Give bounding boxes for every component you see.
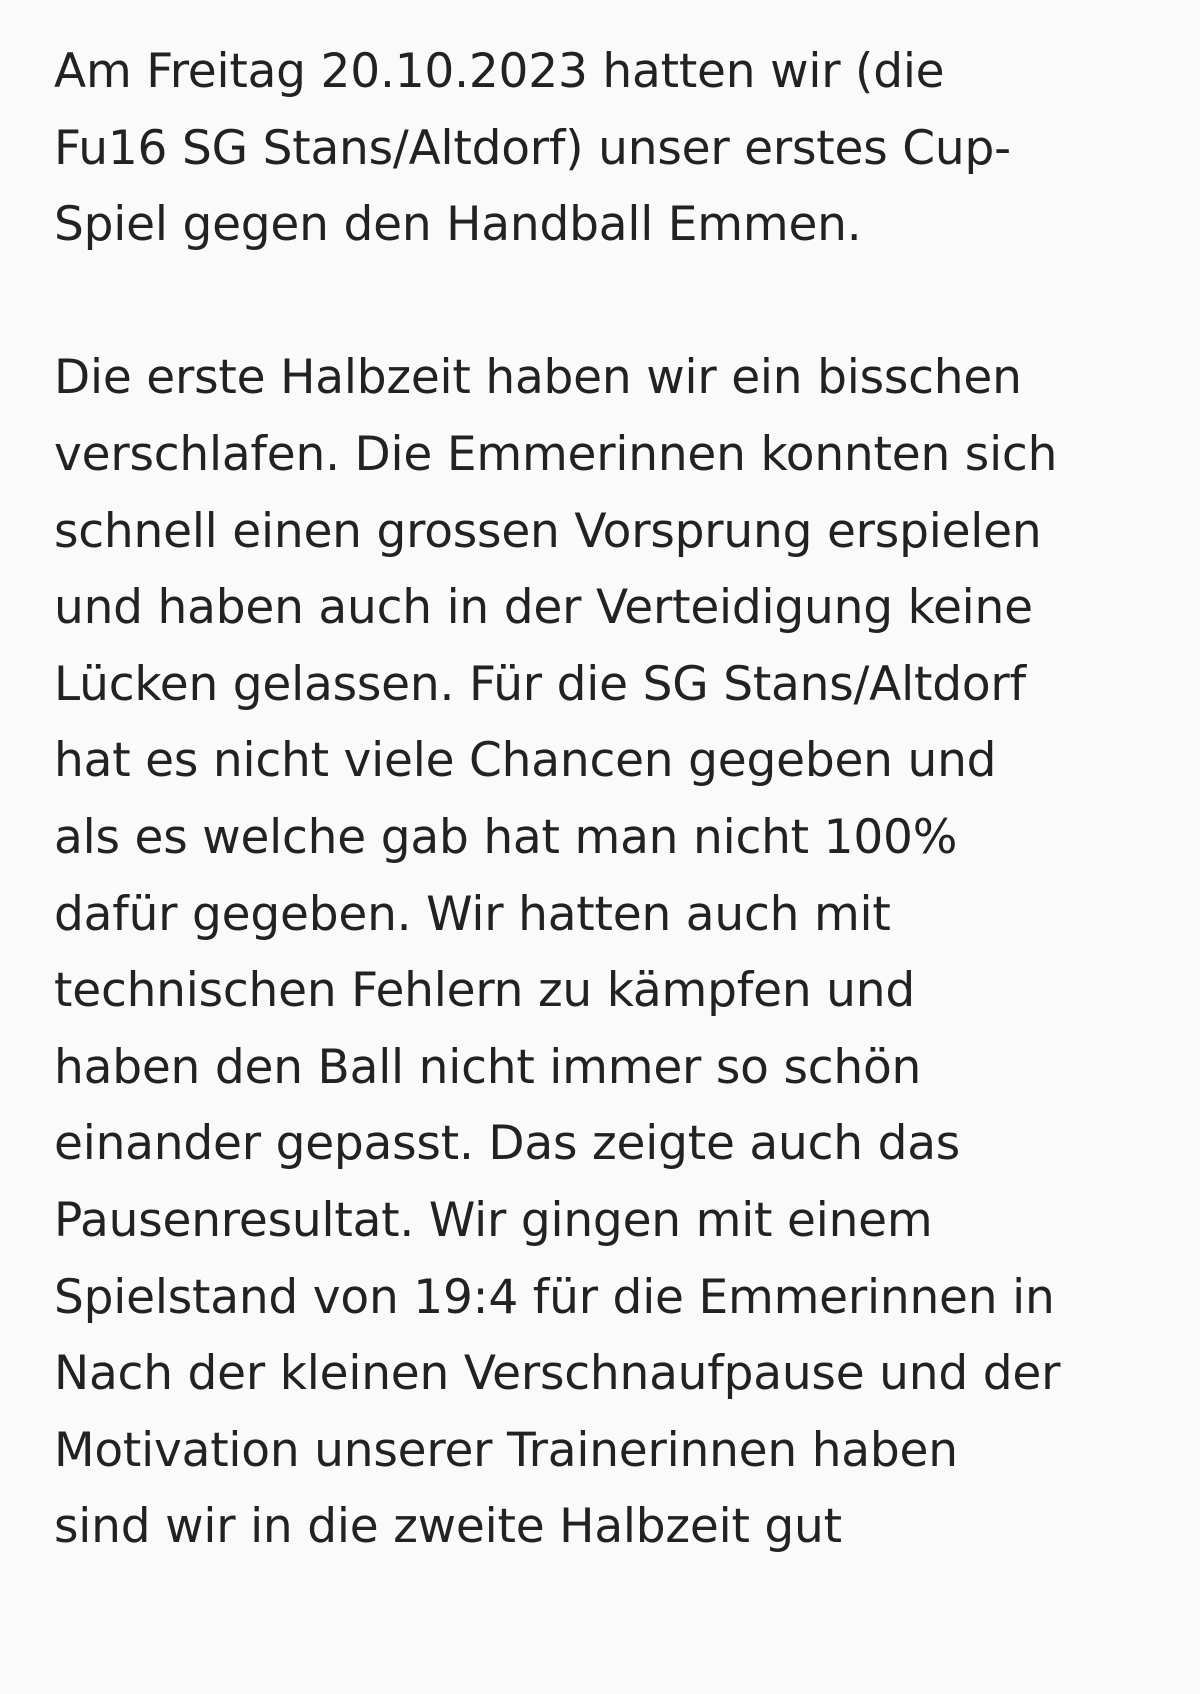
text-line: Nach der kleinen Verschnaufpause und der: [54, 1346, 1061, 1402]
text-line: haben den Ball nicht immer so schön: [54, 1039, 922, 1095]
text-line: und haben auch in der Verteidigung keine: [54, 580, 1033, 636]
text-line: Spielstand von 19:4 für die Emmerinnen i…: [54, 1269, 1055, 1325]
text-line: Spiel gegen den Handball Emmen.: [54, 197, 862, 253]
text-line: sind wir in die zweite Halbzeit gut: [54, 1499, 842, 1555]
text-line: Am Freitag 20.10.2023 hatten wir (die: [54, 44, 945, 99]
text-line: Lücken gelassen. Für die SG Stans/Altdor…: [54, 656, 1026, 712]
text-line: einander gepasst. Das zeigte auch das: [54, 1116, 961, 1172]
text-line: dafür gegeben. Wir hatten auch mit: [54, 886, 891, 942]
text-line: Motivation unserer Trainerinnen haben: [54, 1422, 958, 1478]
text-line: als es welche gab hat man nicht 100%: [54, 809, 958, 865]
paragraph-second-half: Nach der kleinen Verschnaufpause und der…: [54, 1336, 1174, 1566]
text-line: Die erste Halbzeit haben wir ein bissche…: [54, 350, 1022, 406]
text-line: Fu16 SG Stans/Altdorf) unser erstes Cup-: [54, 120, 1011, 176]
paragraph-first-half: Die erste Halbzeit haben wir ein bissche…: [54, 340, 1174, 1336]
text-line: schnell einen grossen Vorsprung erspiele…: [54, 503, 1042, 559]
text-line: Pausenresultat. Wir gingen mit einem: [54, 1192, 933, 1248]
text-line: technischen Fehlern zu kämpfen und: [54, 963, 915, 1019]
paragraph-intro: Am Freitag 20.10.2023 hatten wir (die Fu…: [54, 34, 1174, 264]
article-text: Am Freitag 20.10.2023 hatten wir (die Fu…: [54, 34, 1174, 1566]
text-line: hat es nicht viele Chancen gegeben und: [54, 733, 997, 789]
document-page: Am Freitag 20.10.2023 hatten wir (die Fu…: [0, 0, 1200, 1694]
text-line: verschlafen. Die Emmerinnen konnten sich: [54, 426, 1058, 482]
